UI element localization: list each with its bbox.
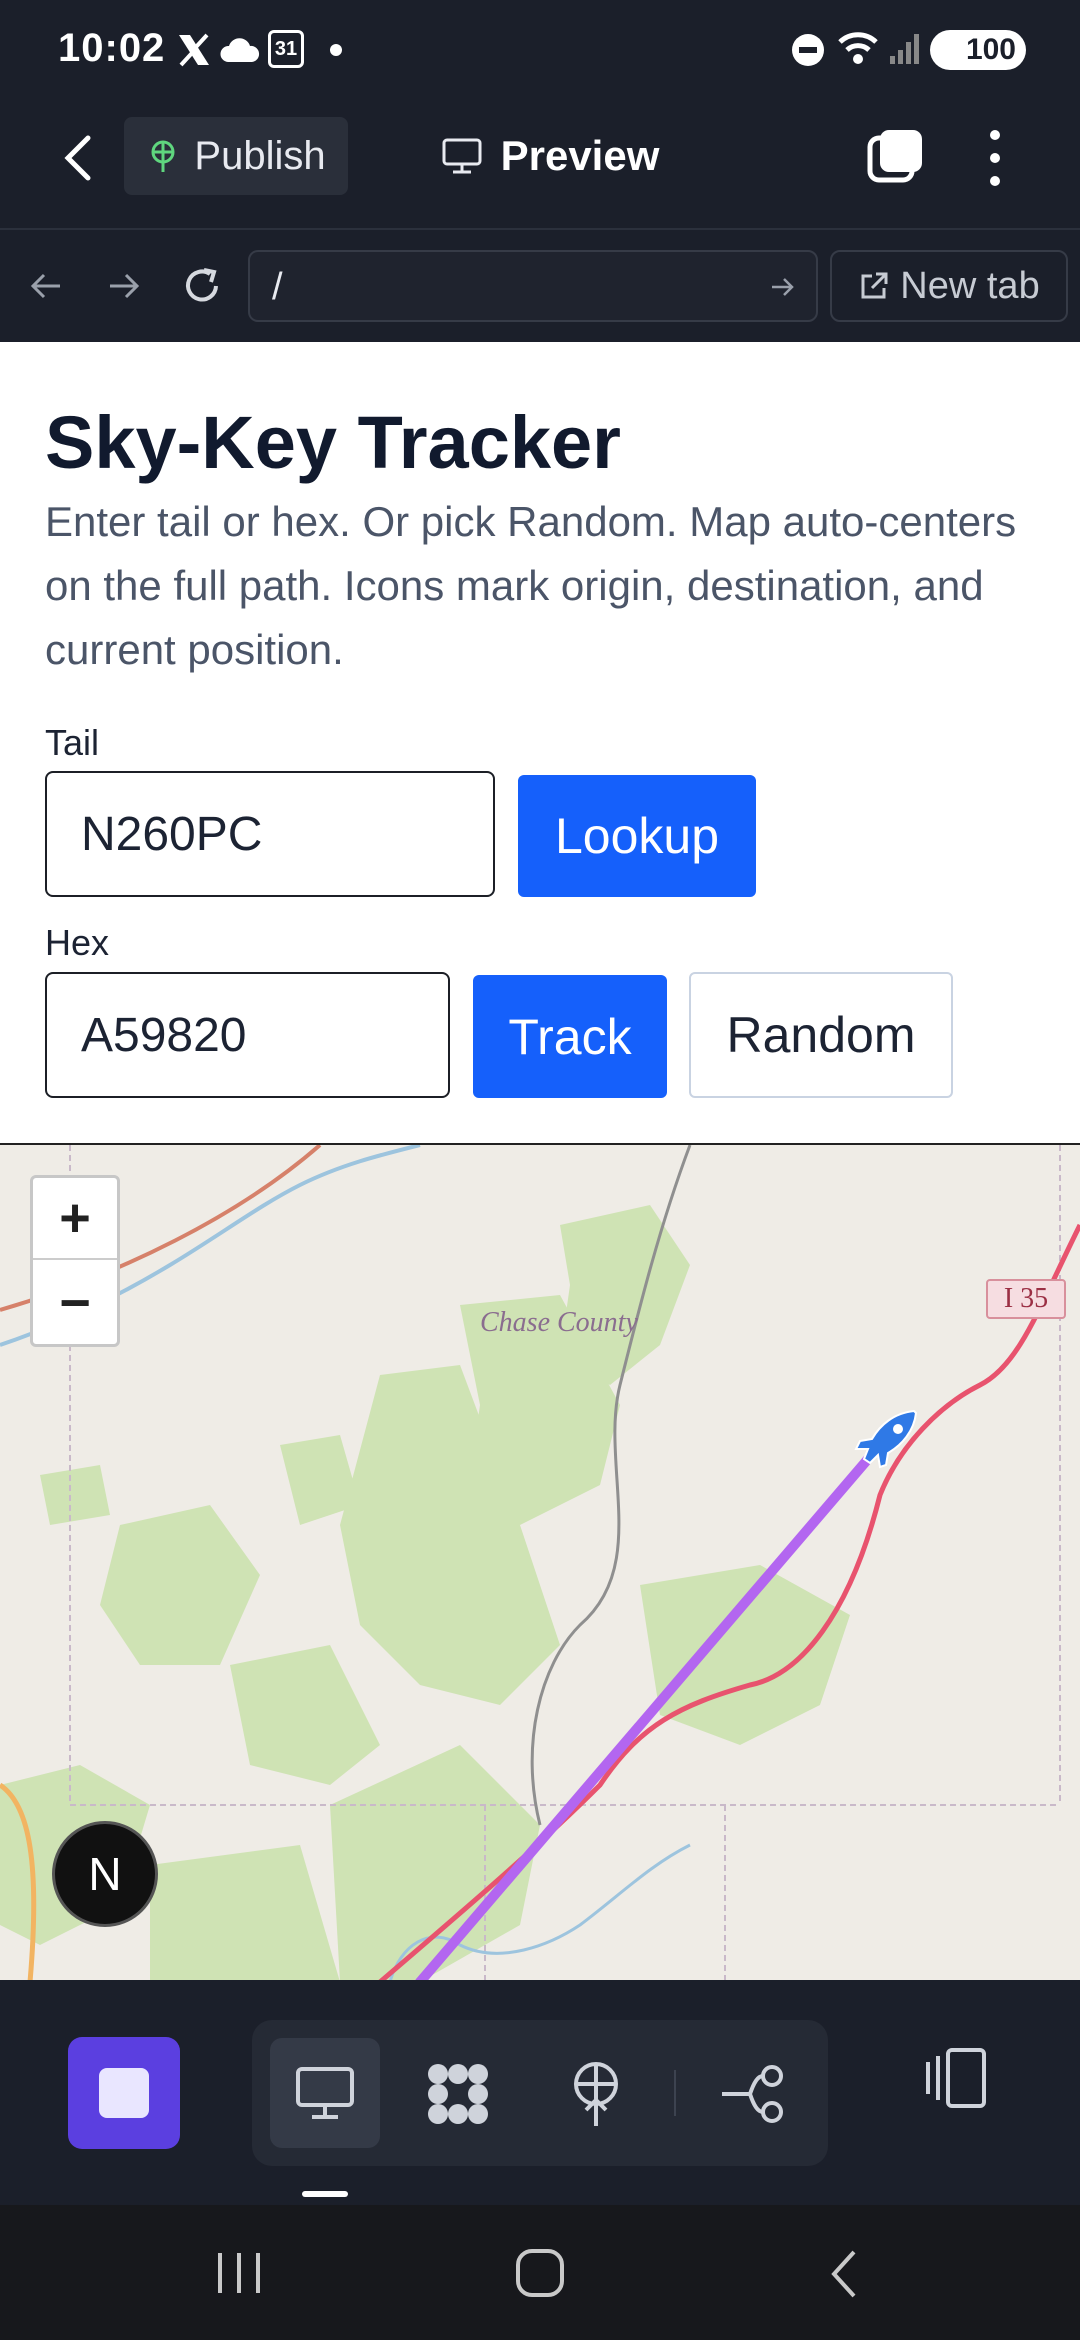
stop-button[interactable] — [68, 2037, 180, 2149]
panel-layout-icon[interactable] — [922, 2044, 990, 2112]
hex-input[interactable]: A59820 — [45, 972, 450, 1098]
recent-apps-icon[interactable] — [214, 2250, 264, 2296]
system-nav-bar — [0, 2205, 1080, 2340]
zoom-out-button[interactable]: − — [33, 1262, 117, 1344]
zoom-in-button[interactable]: + — [33, 1178, 117, 1260]
status-bar: 10:02 31 100 — [0, 0, 1080, 100]
do-not-disturb-icon — [792, 34, 824, 66]
monitor-icon — [296, 2067, 354, 2119]
track-button[interactable]: Track — [473, 975, 667, 1098]
hex-label: Hex — [45, 922, 110, 963]
page-description: Enter tail or hex. Or pick Random. Map a… — [45, 498, 1017, 673]
wifi-icon — [838, 32, 878, 64]
blocks-icon[interactable] — [424, 2060, 492, 2128]
zoom-control: + − — [30, 1175, 120, 1347]
deploy-icon[interactable] — [566, 2060, 626, 2130]
divider — [674, 2070, 676, 2116]
aircraft-position-icon[interactable] — [854, 1407, 920, 1473]
system-back-icon[interactable] — [826, 2247, 862, 2301]
flight-map[interactable]: I 35 Chase County + − N — [0, 1143, 1080, 1980]
tabs-icon[interactable] — [866, 126, 926, 186]
preview-view-tab[interactable] — [270, 2038, 380, 2148]
nav-back-icon[interactable] — [26, 266, 66, 306]
tail-input-value: N260PC — [81, 807, 263, 861]
page-title: Sky-Key Tracker — [45, 401, 621, 484]
url-bar[interactable]: / — [248, 250, 818, 322]
next-devtools-avatar[interactable]: N — [52, 1821, 158, 1927]
antenna-icon — [151, 140, 175, 172]
home-icon[interactable] — [514, 2247, 566, 2299]
tail-input[interactable]: N260PC — [45, 771, 495, 897]
view-switcher — [252, 2020, 828, 2166]
new-tab-button[interactable]: New tab — [830, 250, 1068, 322]
back-arrow-icon[interactable] — [60, 132, 96, 184]
go-arrow-icon[interactable] — [768, 272, 798, 302]
random-button[interactable]: Random — [689, 972, 953, 1098]
url-text: / — [272, 266, 283, 308]
more-options-icon[interactable] — [990, 130, 1000, 186]
external-link-icon — [861, 272, 888, 299]
preview-button[interactable]: Preview — [420, 117, 680, 195]
calendar-icon: 31 — [268, 30, 304, 68]
nav-forward-icon[interactable] — [104, 266, 144, 306]
x-app-icon — [179, 33, 209, 67]
battery-indicator: 100 — [930, 30, 1026, 70]
new-tab-label: New tab — [900, 264, 1040, 307]
browser-nav-bar: / New tab — [0, 228, 1080, 342]
battery-level: 100 — [965, 33, 1016, 66]
status-time: 10:02 — [58, 26, 166, 70]
active-indicator — [302, 2191, 348, 2197]
map-canvas[interactable] — [0, 1145, 1080, 1980]
highway-shield: I 35 — [986, 1279, 1066, 1319]
notification-dot-icon — [330, 44, 342, 56]
reload-icon[interactable] — [180, 264, 224, 308]
county-label: Chase County — [480, 1307, 638, 1338]
publish-label: Publish — [194, 133, 326, 178]
signal-icon — [890, 34, 919, 64]
lookup-button[interactable]: Lookup — [518, 775, 756, 897]
hex-input-value: A59820 — [81, 1008, 247, 1062]
cloud-icon — [220, 38, 260, 62]
git-branch-icon[interactable] — [720, 2062, 786, 2126]
tail-label: Tail — [45, 722, 100, 763]
monitor-icon — [442, 138, 482, 174]
publish-button[interactable]: Publish — [124, 117, 348, 195]
stop-icon — [99, 2068, 149, 2118]
editor-bottom-bar — [0, 1980, 1080, 2205]
editor-top-bar: Publish Preview — [0, 100, 1080, 228]
preview-label: Preview — [500, 132, 660, 179]
